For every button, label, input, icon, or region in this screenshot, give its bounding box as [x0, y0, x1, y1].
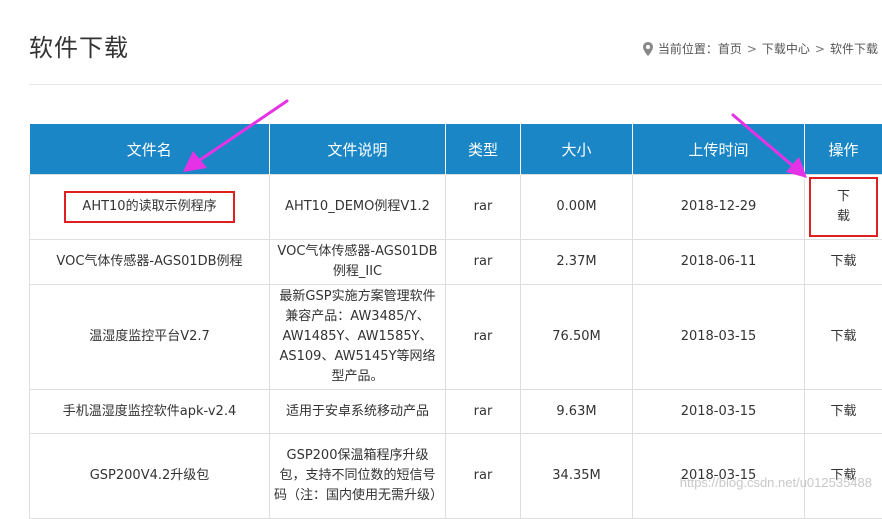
file-name-cell: GSP200V4.2升级包: [30, 434, 270, 519]
file-description-cell: AHT10_DEMO例程V1.2: [270, 175, 446, 240]
table-row: 温湿度监控平台V2.7 最新GSP实施方案管理软件兼容产品：AW3485/Y、A…: [30, 285, 882, 390]
file-size-cell: 0.00M: [521, 175, 633, 240]
file-type-cell: rar: [446, 390, 521, 434]
breadcrumb-software-download-link[interactable]: 软件下载: [830, 40, 878, 57]
upload-date-cell: 2018-12-29: [633, 175, 805, 240]
table-row: VOC气体传感器-AGS01DB例程 VOC气体传感器-AGS01DB例程_II…: [30, 240, 882, 285]
file-name-cell: 温湿度监控平台V2.7: [30, 285, 270, 390]
table-header-row: 文件名 文件说明 类型 大小 上传时间 操作: [30, 124, 882, 175]
action-cell: 下载: [805, 175, 882, 240]
table-row: 手机温湿度监控软件apk-v2.4 适用于安卓系统移动产品 rar 9.63M …: [30, 390, 882, 434]
file-description-cell: 适用于安卓系统移动产品: [270, 390, 446, 434]
file-size-cell: 9.63M: [521, 390, 633, 434]
file-description-cell: VOC气体传感器-AGS01DB例程_IIC: [270, 240, 446, 285]
page-title: 软件下载: [29, 28, 129, 63]
file-size-cell: 76.50M: [521, 285, 633, 390]
file-size-cell: 34.35M: [521, 434, 633, 519]
download-table: 文件名 文件说明 类型 大小 上传时间 操作 AHT10的读取示例程序 AHT1…: [29, 124, 882, 519]
file-size-cell: 2.37M: [521, 240, 633, 285]
breadcrumb-download-center-link[interactable]: 下载中心: [762, 40, 810, 57]
action-cell: 下载: [805, 285, 882, 390]
watermark: https://blog.csdn.net/u012535488: [680, 475, 872, 490]
action-cell: 下载: [805, 390, 882, 434]
download-link[interactable]: 下载: [830, 404, 856, 419]
file-type-cell: rar: [446, 175, 521, 240]
breadcrumb-separator: >: [747, 42, 757, 56]
upload-date-cell: 2018-03-15: [633, 390, 805, 434]
file-type-cell: rar: [446, 285, 521, 390]
file-name-cell: AHT10的读取示例程序: [30, 175, 270, 240]
file-type-cell: rar: [446, 240, 521, 285]
header-file-description: 文件说明: [270, 124, 446, 175]
upload-date-cell: 2018-03-15: [633, 285, 805, 390]
header-file-name: 文件名: [30, 124, 270, 175]
header-action: 操作: [805, 124, 882, 175]
breadcrumb: 当前位置： 首页 > 下载中心 > 软件下载: [643, 40, 878, 57]
download-link[interactable]: 下载: [809, 177, 878, 237]
action-cell: 下载: [805, 240, 882, 285]
file-type-cell: rar: [446, 434, 521, 519]
file-description-cell: 最新GSP实施方案管理软件兼容产品：AW3485/Y、AW1485Y、AW158…: [270, 285, 446, 390]
file-name-cell: VOC气体传感器-AGS01DB例程: [30, 240, 270, 285]
breadcrumb-prefix: 当前位置：: [658, 40, 718, 57]
file-description-text: VOC气体传感器-AGS01DB例程_IIC: [274, 242, 441, 282]
breadcrumb-separator: >: [815, 42, 825, 56]
table-row: AHT10的读取示例程序 AHT10_DEMO例程V1.2 rar 0.00M …: [30, 175, 882, 240]
file-name-cell: 手机温湿度监控软件apk-v2.4: [30, 390, 270, 434]
download-link[interactable]: 下载: [830, 329, 856, 344]
header-size: 大小: [521, 124, 633, 175]
file-description-cell: GSP200保温箱程序升级包，支持不同位数的短信号码（注：国内使用无需升级）: [270, 434, 446, 519]
file-name-highlighted: AHT10的读取示例程序: [64, 191, 234, 223]
title-divider: [29, 84, 882, 85]
location-pin-icon: [643, 42, 653, 56]
download-link[interactable]: 下载: [830, 254, 856, 269]
header-type: 类型: [446, 124, 521, 175]
header-upload-time: 上传时间: [633, 124, 805, 175]
file-description-text: 最新GSP实施方案管理软件兼容产品：AW3485/Y、AW1485Y、AW158…: [274, 287, 441, 387]
file-description-text: GSP200保温箱程序升级包，支持不同位数的短信号码（注：国内使用无需升级）: [274, 446, 441, 506]
upload-date-cell: 2018-06-11: [633, 240, 805, 285]
breadcrumb-home-link[interactable]: 首页: [718, 40, 742, 57]
